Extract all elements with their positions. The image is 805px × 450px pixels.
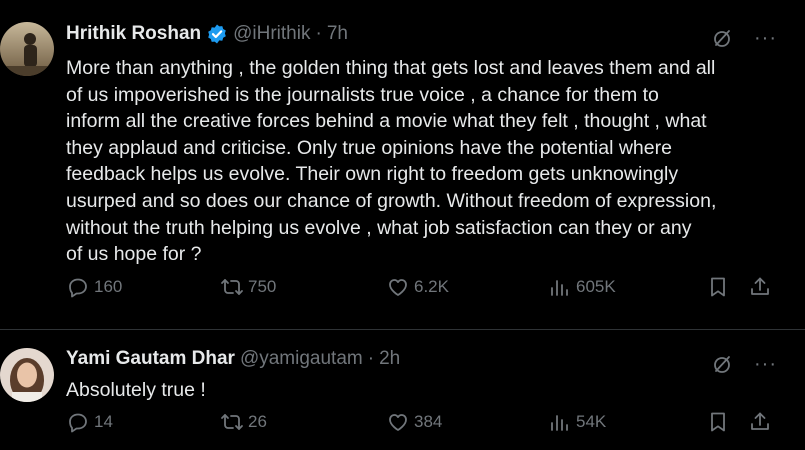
timestamp[interactable]: 2h <box>379 348 400 370</box>
views-icon <box>551 415 568 431</box>
like-count: 6.2K <box>414 277 449 296</box>
avatar-image <box>0 348 54 402</box>
reply-icon <box>69 278 87 298</box>
author-name[interactable]: Yami Gautam Dhar <box>66 348 235 370</box>
retweet-icon <box>221 414 243 430</box>
bookmark-icon <box>711 412 725 432</box>
separator-dot: · <box>315 23 322 44</box>
share-icon <box>751 277 769 295</box>
views-count: 605K <box>576 277 616 296</box>
separator-dot: · <box>367 348 375 369</box>
more-icon[interactable]: ··· <box>754 28 777 48</box>
bookmark-icon <box>711 277 725 297</box>
tweet-text: More than anything , the golden thing th… <box>66 57 717 266</box>
tweet-header: Hrithik Roshan @iHrithik · 7h <box>66 23 348 45</box>
author-handle[interactable]: @iHrithik <box>233 23 310 45</box>
reply-button[interactable]: 160 <box>66 275 122 299</box>
avatar[interactable] <box>0 348 54 402</box>
reply-button[interactable]: 14 <box>66 410 113 434</box>
like-button[interactable]: 384 <box>386 410 442 434</box>
views-count: 54K <box>576 412 607 431</box>
tweet[interactable]: Hrithik Roshan @iHrithik · 7h ··· More t… <box>0 0 805 330</box>
like-button[interactable]: 6.2K <box>386 275 449 299</box>
avatar[interactable] <box>0 22 54 76</box>
like-icon <box>389 414 407 431</box>
verified-icon <box>208 24 226 44</box>
retweet-icon <box>221 279 243 295</box>
avatar-image <box>0 22 54 76</box>
reply-count: 160 <box>94 277 123 296</box>
author-handle[interactable]: @yamigautam <box>240 348 363 370</box>
share-icon <box>751 412 769 430</box>
views-icon <box>551 280 568 296</box>
grok-icon[interactable] <box>710 26 734 50</box>
share-button[interactable] <box>748 410 776 434</box>
more-icon[interactable]: ··· <box>754 354 777 374</box>
tweet-top-actions: ··· <box>710 352 777 376</box>
bookmark-button[interactable] <box>706 275 734 299</box>
retweet-button[interactable]: 26 <box>220 410 267 434</box>
views-button[interactable]: 54K <box>548 410 606 434</box>
tweet[interactable]: Yami Gautam Dhar @yamigautam · 2h ··· Ab… <box>0 330 805 450</box>
share-button[interactable] <box>748 275 776 299</box>
tweet-header: Yami Gautam Dhar @yamigautam · 2h <box>66 348 400 370</box>
grok-icon[interactable] <box>710 352 734 376</box>
tweet-top-actions: ··· <box>710 26 777 50</box>
reply-count: 14 <box>94 412 113 431</box>
like-icon <box>389 279 407 296</box>
retweet-count: 750 <box>248 277 277 296</box>
retweet-button[interactable]: 750 <box>220 275 276 299</box>
timestamp[interactable]: 7h <box>327 23 348 45</box>
tweet-text: Absolutely true ! <box>66 379 206 401</box>
retweet-count: 26 <box>248 412 267 431</box>
views-button[interactable]: 605K <box>548 275 616 299</box>
reply-icon <box>69 413 87 433</box>
bookmark-button[interactable] <box>706 410 734 434</box>
author-name[interactable]: Hrithik Roshan <box>66 23 201 45</box>
like-count: 384 <box>414 412 443 431</box>
